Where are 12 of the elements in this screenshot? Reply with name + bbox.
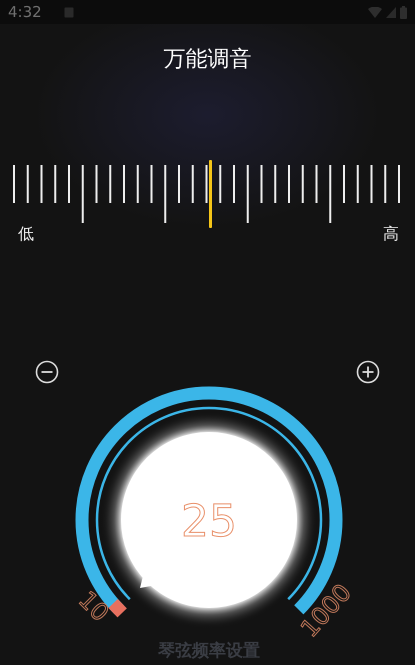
high-label: 高 [383,224,399,245]
notification-icon [64,6,74,18]
min-label: 10 [72,586,114,628]
status-time: 4:32 [8,3,42,21]
plus-button[interactable] [356,360,380,384]
battery-icon [400,6,407,18]
wifi-icon [368,6,382,18]
minus-button[interactable] [35,360,59,384]
low-label: 低 [18,224,34,245]
page-title: 万能调音 [162,46,252,70]
signal-icon [386,6,396,18]
frequency-value: 25 [181,496,237,547]
